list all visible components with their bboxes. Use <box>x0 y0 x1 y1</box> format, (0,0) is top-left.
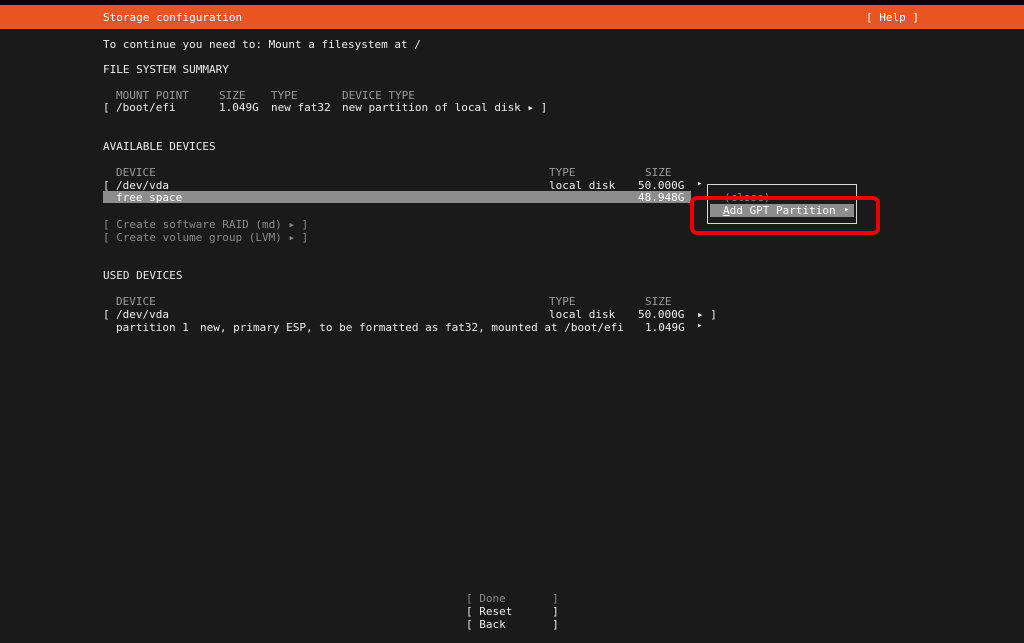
fs-summary-heading: FILE SYSTEM SUMMARY <box>103 63 229 76</box>
fs-size: 1.049G <box>219 101 259 114</box>
header-bar: Storage configuration [ Help ] <box>0 5 1024 29</box>
fs-mount-point: /boot/efi <box>116 101 176 114</box>
fs-device-type: new partition of local disk ▸ ] <box>342 101 548 114</box>
reset-button[interactable]: [ Reset ] <box>466 605 559 618</box>
used-col-device: DEVICE <box>116 295 156 308</box>
free-space-size: 48.948G <box>638 191 685 204</box>
highlight-annotation <box>690 196 880 235</box>
done-button[interactable]: [ Done ] <box>466 592 559 605</box>
free-space-label: free space <box>116 191 183 204</box>
avail-col-device: DEVICE <box>116 166 156 179</box>
disk-menu-arrow-icon[interactable]: ▸ <box>697 178 702 191</box>
used-col-size: SIZE <box>645 295 672 308</box>
create-raid-button[interactable]: [ Create software RAID (md) ▸ ] <box>103 218 308 231</box>
partition-arrow-icon[interactable]: ▸ <box>697 320 702 333</box>
page-title: Storage configuration <box>103 11 243 24</box>
available-devices-heading: AVAILABLE DEVICES <box>103 140 216 153</box>
partition-size: 1.049G <box>645 321 685 334</box>
back-button[interactable]: [ Back ] <box>466 618 559 631</box>
used-disk-device: /dev/vda <box>116 308 169 321</box>
partition-description: new, primary ESP, to be formatted as fat… <box>200 321 624 334</box>
help-button[interactable]: [ Help ] <box>866 11 919 24</box>
create-lvm-button[interactable]: [ Create volume group (LVM) ▸ ] <box>103 231 308 244</box>
used-disk-type: local disk <box>549 308 616 321</box>
status-message: To continue you need to: Mount a filesys… <box>103 38 421 51</box>
used-devices-heading: USED DEVICES <box>103 269 183 282</box>
used-disk-size: 50.000G <box>638 308 685 321</box>
fs-type: new fat32 <box>271 101 331 114</box>
avail-col-size: SIZE <box>645 166 672 179</box>
row-bracket: [ <box>103 101 110 114</box>
row-bracket: [ <box>103 308 110 321</box>
avail-col-type: TYPE <box>549 166 576 179</box>
partition-label: partition 1 <box>116 321 189 334</box>
used-col-type: TYPE <box>549 295 576 308</box>
free-space-row[interactable]: free space 48.948G <box>103 191 691 204</box>
